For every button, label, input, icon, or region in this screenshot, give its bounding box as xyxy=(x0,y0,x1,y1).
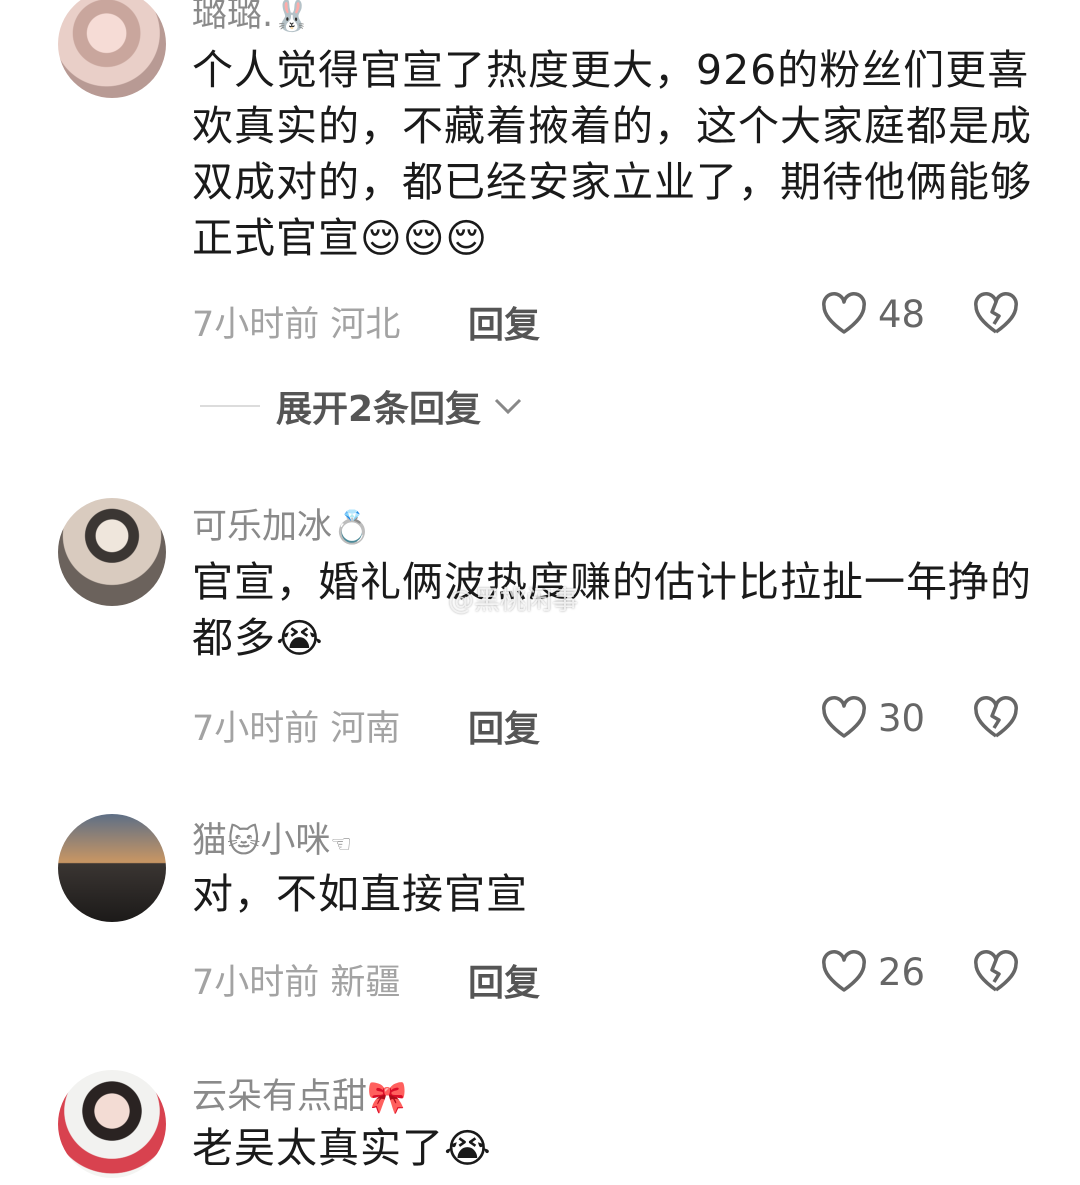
comment-meta: 7小时前 河北 xyxy=(192,296,400,347)
dislike-button[interactable] xyxy=(972,696,1020,744)
divider xyxy=(200,405,260,407)
comment-username[interactable]: 可乐加冰💍 xyxy=(192,498,372,549)
comment-username[interactable]: 云朵有点甜🎀 xyxy=(192,1068,407,1119)
avatar[interactable] xyxy=(58,814,166,922)
dislike-button[interactable] xyxy=(972,292,1020,340)
like-button[interactable]: 30 xyxy=(820,696,925,740)
comment-time: 7小时前 xyxy=(192,305,320,345)
comment-text: 老吴太真实了😭 xyxy=(192,1120,1032,1177)
heart-outline-icon xyxy=(822,950,866,992)
comment-text: 对，不如直接官宣 xyxy=(192,866,1032,922)
comment-meta: 7小时前 新疆 xyxy=(192,954,400,1005)
pointing-hand-icon: ☜ xyxy=(330,830,352,858)
like-count: 30 xyxy=(878,696,926,740)
comment-username[interactable]: 猫🐱小咪☜ xyxy=(192,812,352,863)
relieved-emoji-icon: 😌😌😌 xyxy=(360,216,489,262)
expand-replies-button[interactable]: 展开2条回复 xyxy=(200,380,525,432)
like-count: 26 xyxy=(878,950,926,994)
username-text[interactable]: 可乐加冰 xyxy=(192,507,332,547)
ring-emoji-icon: 💍 xyxy=(332,508,372,546)
comment-body: 老吴太真实了 xyxy=(192,1124,444,1172)
comment-location: 河南 xyxy=(330,709,401,749)
username-text[interactable]: 猫 xyxy=(192,821,227,861)
watermark: @黑桃闲事 xyxy=(448,586,579,616)
heart-outline-icon xyxy=(822,696,866,738)
expand-label: 展开2条回复 xyxy=(276,389,482,430)
reply-button[interactable]: 回复 xyxy=(468,954,540,1006)
username-text[interactable]: 云朵有点甜 xyxy=(192,1077,367,1117)
cat-emoji-icon: 🐱 xyxy=(227,822,261,860)
comment-time: 7小时前 xyxy=(192,709,320,749)
broken-heart-icon xyxy=(974,292,1018,334)
reply-button[interactable]: 回复 xyxy=(468,700,540,752)
like-button[interactable]: 26 xyxy=(820,950,925,994)
comment-body: 对，不如直接官宣 xyxy=(192,870,528,918)
broken-heart-icon xyxy=(974,950,1018,992)
reply-button[interactable]: 回复 xyxy=(468,296,540,348)
comment-body: 个人觉得官宣了热度更大，926的粉丝们更喜欢真实的，不藏着掖着的，这个大家庭都是… xyxy=(192,46,1032,262)
like-count: 48 xyxy=(878,292,926,336)
rabbit-emoji-icon: 🐰 xyxy=(273,0,311,34)
comment-text: 官宣，婚礼俩波热度赚的估计比拉扯一年挣的都多😭 xyxy=(192,554,1032,667)
crying-emoji-icon: 😭 xyxy=(276,616,324,662)
comment-meta: 7小时前 河南 xyxy=(192,700,400,751)
avatar[interactable] xyxy=(58,498,166,606)
comment-text: 个人觉得官宣了热度更大，926的粉丝们更喜欢真实的，不藏着掖着的，这个大家庭都是… xyxy=(192,42,1032,267)
comment-username[interactable]: 璐璐.🐰 xyxy=(192,0,311,37)
comment-location: 河北 xyxy=(330,305,401,345)
ribbon-emoji-icon: 🎀 xyxy=(367,1078,407,1116)
username-text[interactable]: 璐璐. xyxy=(192,0,273,35)
dislike-button[interactable] xyxy=(972,950,1020,998)
broken-heart-icon xyxy=(974,696,1018,738)
like-button[interactable]: 48 xyxy=(820,292,925,336)
username-suffix[interactable]: 小咪 xyxy=(260,821,330,861)
avatar[interactable] xyxy=(58,1070,166,1178)
avatar[interactable] xyxy=(58,0,166,98)
comment-time: 7小时前 xyxy=(192,963,320,1003)
chevron-down-icon xyxy=(495,398,522,415)
heart-outline-icon xyxy=(822,292,866,334)
comment-location: 新疆 xyxy=(330,963,401,1003)
crying-emoji-icon: 😭 xyxy=(444,1126,492,1172)
